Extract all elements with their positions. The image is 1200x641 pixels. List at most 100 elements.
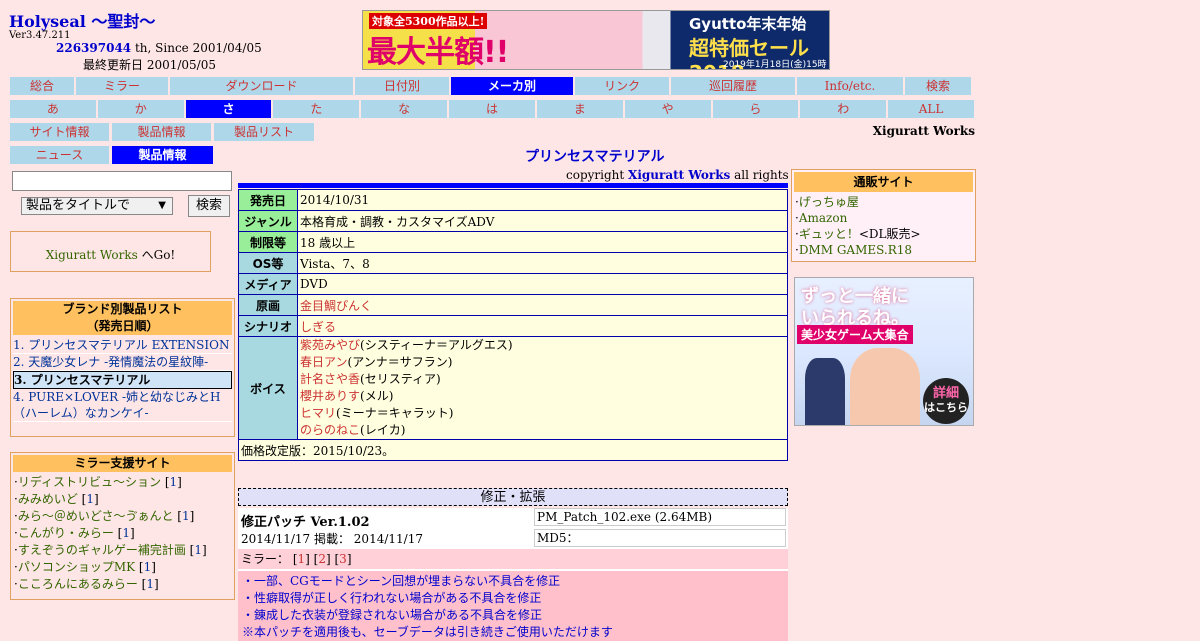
ad-line3: 美少女ゲーム大集合 [797, 325, 913, 344]
mirror-site-link[interactable]: みら～＠めいどさ～ゔぁんと [18, 509, 174, 523]
voice-entry: 計名さや香(セリスティア) [300, 371, 785, 388]
shop-item: ·DMM GAMES.R18 [795, 243, 913, 257]
nav-item-4[interactable]: メーカ別 [451, 77, 573, 95]
ad-banner[interactable]: 対象全5300作品以上! 最大半額!! Gyutto年末年始 超特価セール 201… [362, 10, 830, 70]
mirror-site-link[interactable]: リディストリビュ～ション [18, 475, 161, 489]
goto-suffix: へGo! [137, 248, 176, 262]
kana-item-2[interactable]: さ [185, 100, 272, 118]
kana-item-1[interactable]: か [97, 100, 184, 118]
patch-mirror-link-3[interactable]: 3 [339, 552, 347, 566]
shop-link[interactable]: Amazon [799, 211, 847, 225]
shop-item: ·ギュッと！<DL販売> [795, 227, 921, 241]
nav-item-0[interactable]: 総合 [10, 77, 74, 95]
ad-badge-small: はこちら [924, 401, 968, 414]
kana-item-3[interactable]: た [273, 100, 360, 118]
mirror-site-count[interactable]: 1 [182, 509, 190, 523]
patch-section-title: 修正・拡張 [238, 488, 788, 506]
mirror-site-count[interactable]: 1 [194, 543, 202, 557]
mirror-site-link[interactable]: パソコンショップMK [18, 560, 135, 574]
voice-actor-link[interactable]: 櫻井ありす [300, 389, 360, 403]
mirror-site-link[interactable]: すえぞうのギャルゲー補完計画 [18, 543, 186, 557]
mirror-site-count[interactable]: 1 [122, 526, 130, 540]
brand-list-header: ブランド別製品リスト （発売日順） [13, 301, 232, 335]
shop-link[interactable]: DMM GAMES.R18 [799, 243, 912, 257]
tab-product-list[interactable]: 製品リスト [214, 123, 314, 141]
brand-list-item[interactable]: 2. 天魔少女レナ -発情魔法の星紋陣- [13, 354, 232, 371]
mirror-site-count[interactable]: 1 [170, 475, 178, 489]
tab-news[interactable]: ニュース [10, 146, 109, 164]
table-row: ボイス 紫苑みやび(システィーナ＝アルグエス) 春日アン(アンナ＝サフラン) 計名さや… [238, 336, 788, 440]
voice-actor-link[interactable]: のらのねこ [300, 423, 360, 437]
rating-value: 18 歳以上 [297, 231, 788, 253]
kana-item-4[interactable]: な [361, 100, 448, 118]
mirror-site-link[interactable]: こんがり・みらー [18, 526, 114, 540]
ad-details-badge[interactable]: 詳細 はこちら [923, 378, 969, 424]
md5-label: MD5： [537, 531, 579, 545]
side-ad[interactable]: ずっと一緒に いられるね。 美少女ゲーム大集合 詳細 はこちら [794, 277, 974, 426]
kana-item-8[interactable]: ら [712, 100, 799, 118]
mirror-sites-title: ミラー支援サイト [13, 455, 232, 472]
nav-item-8[interactable]: 検索 [905, 77, 971, 95]
kana-item-5[interactable]: は [449, 100, 535, 118]
counter-value: 226397044 [56, 41, 132, 55]
mirror-site-count[interactable]: 1 [86, 492, 94, 506]
voice-actor-link[interactable]: 計名さや香 [300, 372, 360, 386]
nav-item-2[interactable]: ダウンロード [170, 77, 353, 95]
kana-item-6[interactable]: ま [536, 100, 623, 118]
mirror-site-item: ·みみめいど [1] [14, 492, 99, 506]
nav-item-6[interactable]: 巡回履歴 [671, 77, 795, 95]
os-label: OS等 [238, 252, 298, 274]
tab-product-info-active[interactable]: 製品情報 [112, 146, 213, 164]
table-row: 価格改定版：2015/10/23。 [238, 439, 788, 461]
patch-mirror-link-2[interactable]: 2 [318, 552, 326, 566]
kana-item-9[interactable]: わ [800, 100, 887, 118]
mirror-site-item: ·みら～＠めいどさ～ゔぁんと [1] [14, 509, 195, 523]
shop-link[interactable]: ギュッと！ [799, 227, 859, 241]
mirror-site-link[interactable]: みみめいど [18, 492, 78, 506]
tab-site-info[interactable]: サイト情報 [10, 123, 109, 141]
kana-item-7[interactable]: や [624, 100, 711, 118]
last-updated: 最終更新日 2001/05/05 [83, 58, 216, 72]
nav-item-5[interactable]: リンク [575, 77, 669, 95]
mirror-site-count[interactable]: 1 [144, 560, 152, 574]
banner-line3: Gyutto年末年始 [689, 15, 807, 33]
mirror-site-link[interactable]: こころんにあるみらー [18, 577, 138, 591]
brand-list-item-selected[interactable]: 3. プリンセスマテリアル [13, 371, 232, 389]
nav-item-7[interactable]: Info/etc. [797, 77, 903, 95]
voice-role: (アンナ＝サフラン) [347, 355, 453, 369]
voice-actor-link[interactable]: 春日アン [300, 355, 348, 369]
art-cell: 金目鯛ぴんく [297, 294, 788, 316]
copyright-prefix: copyright [566, 168, 629, 182]
scenario-link[interactable]: しぎる [300, 320, 336, 334]
search-button[interactable]: 検索 [188, 195, 230, 217]
patch-mirror-link-1[interactable]: 1 [298, 552, 306, 566]
brand-list-item[interactable]: 4. PURE×LOVER -姉と幼なじみとH（ハーレム）なカンケイ- [13, 389, 232, 422]
shop-link[interactable]: げっちゅ屋 [799, 195, 859, 209]
kana-item-0[interactable]: あ [10, 100, 96, 118]
tab-product-info[interactable]: 製品情報 [112, 123, 211, 141]
genre-value: 本格育成・調教・カスタマイズADV [297, 210, 788, 232]
search-type-select[interactable]: 製品をタイトルで ▼ [21, 197, 173, 215]
genre-label: ジャンル [238, 210, 298, 232]
brand-list-item[interactable]: 1. プリンセスマテリアル EXTENSION [13, 337, 232, 354]
nav-item-1[interactable]: ミラー [76, 77, 168, 95]
mirror-site-count[interactable]: 1 [146, 577, 154, 591]
kana-item-10[interactable]: ALL [888, 100, 974, 118]
nav-item-3[interactable]: 日付別 [355, 77, 449, 95]
select-value: 製品をタイトルで [26, 198, 131, 213]
ad-badge-big: 詳細 [932, 386, 959, 401]
voice-role: (レイカ) [360, 423, 406, 437]
media-label: メディア [238, 273, 298, 295]
patch-date: 2014/11/17 掲載： 2014/11/17 [241, 532, 423, 546]
art-link[interactable]: 金目鯛ぴんく [300, 299, 372, 313]
patch-md5: MD5：204ac0f8ec30f8afba756fa1eb97bcc2 [534, 529, 786, 561]
media-value: DVD [297, 273, 788, 295]
voice-actor-link[interactable]: ヒマリ [300, 406, 336, 420]
voice-entry: 櫻井ありす(メル) [300, 388, 785, 405]
release-label: 発売日 [238, 189, 298, 211]
copyright-brand-link[interactable]: Xiguratt Works [628, 168, 730, 182]
site-title[interactable]: Holyseal ～聖封～ [9, 8, 155, 32]
goto-brand-link[interactable]: Xiguratt Works [46, 248, 138, 262]
search-input[interactable] [12, 171, 232, 191]
voice-actor-link[interactable]: 紫苑みやび [300, 338, 360, 352]
